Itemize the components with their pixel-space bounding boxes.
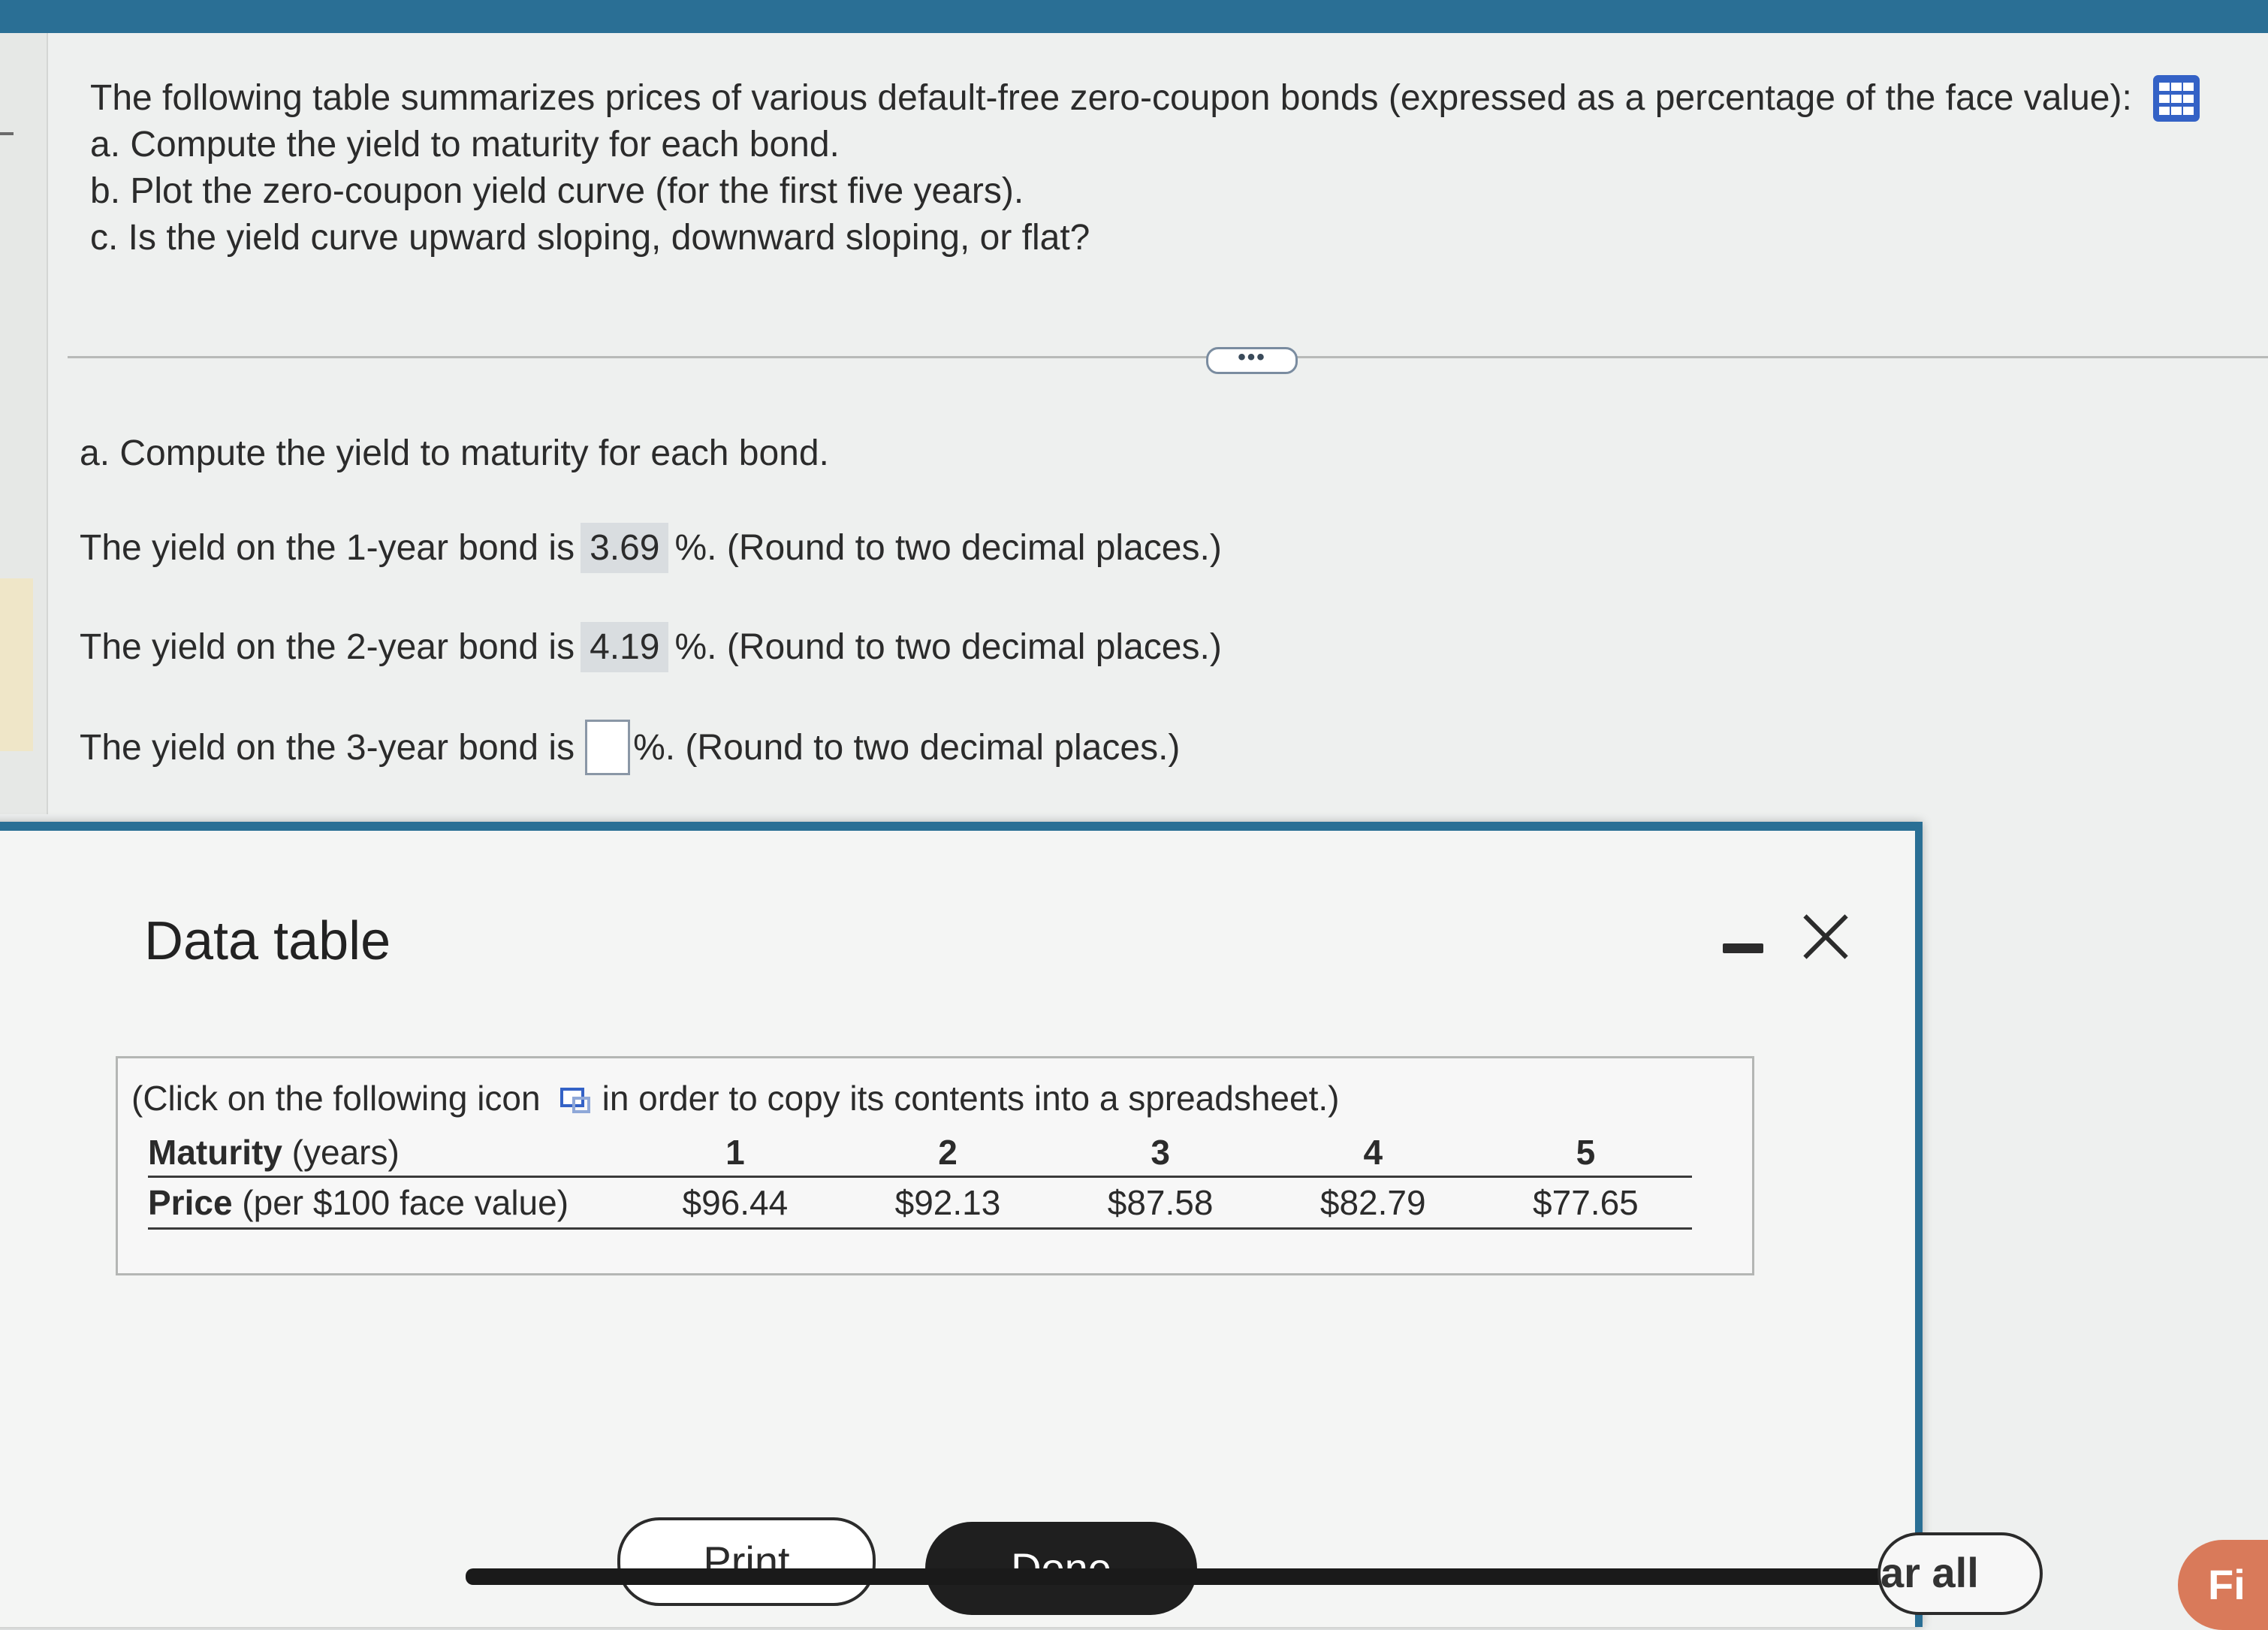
clear-all-label: ar all — [1880, 1549, 1979, 1596]
table-row-price: Price (per $100 face value) $96.44 $92.1… — [148, 1176, 1692, 1230]
price-cell: $92.13 — [841, 1176, 1054, 1230]
price-label-rest: (per $100 face value) — [232, 1183, 569, 1222]
yield-2-suffix: %. (Round to two decimal places.) — [674, 627, 1222, 667]
table-row-maturity: Maturity (years) 1 2 3 4 5 — [148, 1129, 1692, 1177]
question-intro: The following table summarizes prices of… — [90, 75, 2238, 122]
yield-2-prefix: The yield on the 2-year bond is — [80, 627, 575, 667]
dialog-title: Data table — [144, 911, 391, 971]
maturity-cell: 1 — [725, 1133, 745, 1172]
minimize-icon[interactable] — [1723, 943, 1763, 953]
copy-instruction-after: in order to copy its contents into a spr… — [602, 1079, 1340, 1118]
fix-button[interactable]: Fi — [2178, 1540, 2268, 1630]
price-cell: $87.58 — [1054, 1176, 1267, 1230]
maturity-cell: 4 — [1363, 1133, 1383, 1172]
maturity-row-label: Maturity (years) — [148, 1129, 629, 1177]
yield-row-3: The yield on the 3-year bond is %. (Roun… — [80, 720, 1180, 775]
question-part-a: a. Compute the yield to maturity for eac… — [90, 125, 840, 165]
question-part-b: b. Plot the zero-coupon yield curve (for… — [90, 171, 1024, 211]
section-divider — [68, 356, 2268, 358]
yield-1-prefix: The yield on the 1-year bond is — [80, 528, 575, 568]
left-panel-handle[interactable] — [0, 132, 14, 135]
yield-2-answer-field[interactable]: 4.19 — [581, 622, 669, 672]
price-cell: $82.79 — [1266, 1176, 1479, 1230]
left-highlight-marker — [0, 578, 33, 751]
price-cell: $77.65 — [1479, 1176, 1692, 1230]
maturity-cell: 5 — [1576, 1133, 1596, 1172]
yield-3-suffix: %. (Round to two decimal places.) — [633, 727, 1181, 768]
yield-row-2: The yield on the 2-year bond is 4.19 %. … — [80, 622, 1222, 672]
price-label-bold: Price — [148, 1183, 233, 1222]
price-row-label: Price (per $100 face value) — [148, 1176, 629, 1230]
bond-price-table: Maturity (years) 1 2 3 4 5 Price (per $1… — [148, 1129, 1692, 1230]
yield-1-suffix: %. (Round to two decimal places.) — [674, 528, 1222, 568]
maturity-label-bold: Maturity — [148, 1133, 282, 1172]
question-text: The following table summarizes prices of… — [90, 75, 2238, 261]
copy-instruction-before: (Click on the following icon — [131, 1079, 541, 1118]
grid-icon[interactable] — [2152, 75, 2200, 122]
maturity-label-rest: (years) — [282, 1133, 400, 1172]
expand-ellipsis-button[interactable]: ••• — [1206, 346, 1298, 374]
data-table-dialog: Data table (Click on the following icon … — [0, 822, 1923, 1627]
price-cell: $96.44 — [629, 1176, 842, 1230]
yield-3-answer-input[interactable] — [585, 720, 631, 775]
question-intro-text: The following table summarizes prices of… — [90, 78, 2132, 118]
data-table-panel: (Click on the following icon in order to… — [116, 1056, 1754, 1275]
top-bar — [0, 0, 2268, 33]
copy-to-spreadsheet-icon[interactable] — [559, 1088, 590, 1113]
close-icon[interactable] — [1799, 910, 1852, 963]
maturity-cell: 2 — [938, 1133, 958, 1172]
yield-1-answer-field[interactable]: 3.69 — [581, 523, 669, 573]
copy-instruction: (Click on the following icon in order to… — [131, 1078, 1339, 1118]
answer-heading: a. Compute the yield to maturity for eac… — [80, 433, 829, 473]
question-part-c: c. Is the yield curve upward sloping, do… — [90, 218, 1090, 258]
yield-3-prefix: The yield on the 3-year bond is — [80, 727, 575, 768]
bottom-scroll-bar — [466, 1568, 1968, 1585]
maturity-cell: 3 — [1151, 1133, 1170, 1172]
print-button[interactable]: Print — [617, 1517, 876, 1606]
yield-row-1: The yield on the 1-year bond is 3.69 %. … — [80, 523, 1222, 573]
